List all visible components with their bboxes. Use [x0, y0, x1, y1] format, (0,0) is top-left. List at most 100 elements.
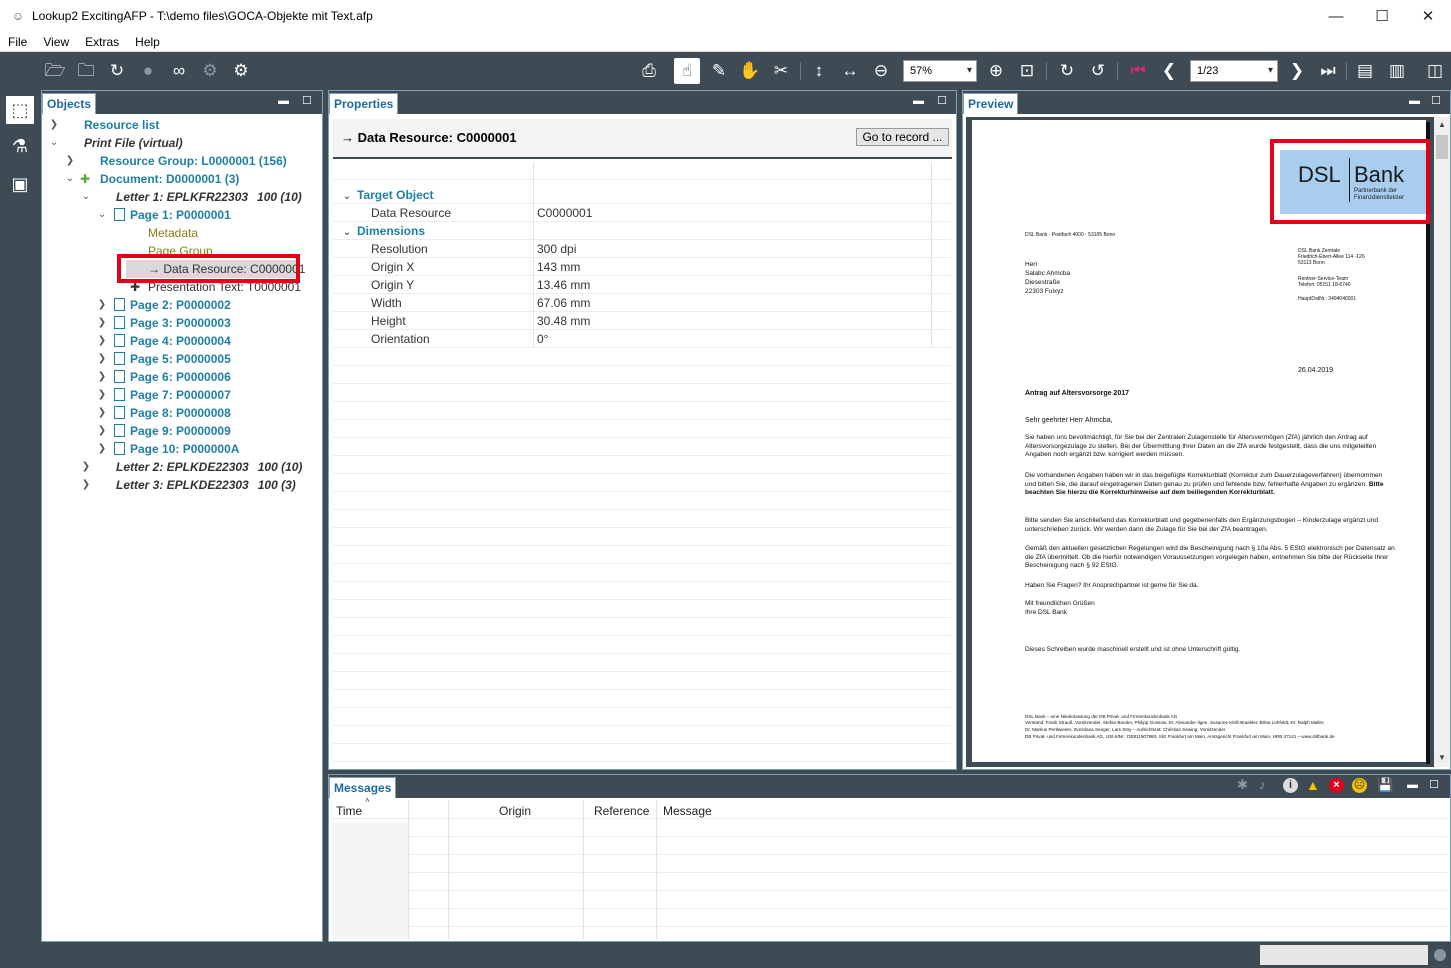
maximize-panel-icon[interactable]: ☐ — [302, 94, 312, 108]
preview-tab[interactable]: Preview — [963, 93, 1019, 114]
tree-item-print-file[interactable]: ⌄ Print File (virtual) — [42, 134, 183, 152]
puzzle-icon: ✚ — [80, 172, 91, 186]
tree-item-letter-1[interactable]: ⌄ Letter 1: EPLKFR22303 100 (10) — [42, 188, 302, 206]
minimize-panel-icon[interactable]: ▬ — [278, 94, 289, 108]
highlight-box-tree — [117, 254, 300, 283]
open-folder-icon[interactable]: 🗁 — [44, 60, 66, 82]
column-header-origin[interactable]: Origin — [499, 802, 531, 820]
scroll-thumb[interactable] — [1436, 135, 1448, 159]
messages-tab[interactable]: Messages — [329, 777, 397, 798]
last-page-icon[interactable]: ⏭ — [1317, 60, 1339, 82]
minimize-panel-icon[interactable]: ▬ — [913, 94, 924, 108]
next-page-icon[interactable]: ❯ — [1286, 60, 1308, 82]
zoom-out-icon[interactable]: ⊖ — [870, 60, 892, 82]
tree-item-metadata[interactable]: Metadata — [42, 224, 198, 242]
menu-file[interactable]: File — [0, 35, 35, 49]
tree-item-page-4[interactable]: ❯ Page 4: P0000004 — [42, 332, 231, 350]
fit-width-icon[interactable]: ↔ — [839, 60, 861, 82]
minimize-button[interactable]: — — [1313, 0, 1359, 32]
properties-header: → Data Resource: C0000001 Go to record .… — [333, 119, 952, 159]
first-page-icon[interactable]: ⏮ — [1127, 60, 1149, 82]
zoom-combo[interactable]: 57% ▾ — [903, 60, 977, 82]
maximize-panel-icon[interactable]: ☐ — [1431, 94, 1441, 108]
objects-view-icon[interactable]: ⬚ — [6, 96, 34, 124]
sort-up-icon: ˄ — [365, 796, 370, 805]
chevron-down-icon: ▾ — [1267, 65, 1273, 76]
tree-item-resource-group[interactable]: ❯ Resource Group: L0000001 (156) — [42, 152, 287, 170]
tree-item-page-1[interactable]: ⌄ Page 1: P0000001 — [42, 206, 231, 224]
preview-scrollbar[interactable]: ▲ ▼ — [1434, 117, 1450, 767]
page-icon — [114, 442, 125, 455]
single-page-view-icon[interactable]: ▤ — [1354, 60, 1376, 82]
page-icon — [114, 334, 125, 347]
binoculars-icon[interactable]: ∞ — [168, 60, 190, 82]
progress-area — [1260, 945, 1428, 965]
column-header-reference[interactable]: Reference — [594, 802, 649, 820]
save-icon[interactable]: 💾 — [1377, 778, 1393, 792]
tree-item-resource-list[interactable]: ❯ Resource list — [42, 116, 160, 134]
error-icon[interactable]: × — [1329, 778, 1344, 793]
tree-item-document[interactable]: ⌄ ✚ Document: D0000001 (3) — [42, 170, 240, 188]
tree-item-page-10[interactable]: ❯ Page 10: P000000A — [42, 440, 239, 458]
tree-item-page-5[interactable]: ❯ Page 5: P0000005 — [42, 350, 231, 368]
chevron-down-icon: ⌄ — [81, 191, 91, 202]
group-dimensions[interactable]: ⌄ Dimensions — [333, 222, 951, 240]
tree-item-page-7[interactable]: ❯ Page 7: P0000007 — [42, 386, 231, 404]
tree-item-letter-3[interactable]: ❯ Letter 3: EPLKDE22303 100 (3) — [42, 476, 296, 494]
maximize-panel-icon[interactable]: ☐ — [937, 94, 947, 108]
pan-hand-icon[interactable]: ✋ — [739, 60, 761, 82]
menu-extras[interactable]: Extras — [77, 35, 127, 49]
maximize-button[interactable]: ☐ — [1359, 0, 1405, 32]
column-header-message[interactable]: Message — [663, 802, 712, 820]
page-icon — [114, 388, 125, 401]
tree-item-page-3[interactable]: ❯ Page 3: P0000003 — [42, 314, 231, 332]
column-header-time[interactable]: Time — [336, 802, 362, 820]
minimize-panel-icon[interactable]: ▬ — [1407, 778, 1418, 792]
image-view-icon[interactable]: ▣ — [6, 170, 34, 198]
print-icon[interactable]: ⎙ — [638, 60, 660, 82]
tree-item-page-9[interactable]: ❯ Page 9: P0000009 — [42, 422, 231, 440]
go-to-record-button[interactable]: Go to record ... — [856, 128, 949, 146]
bug-icon[interactable]: ✱ — [1237, 778, 1248, 792]
tree-item-letter-2[interactable]: ❯ Letter 2: EPLKDE22303 100 (10) — [42, 458, 303, 476]
rotate-cw-icon[interactable]: ↻ — [1056, 60, 1078, 82]
eyedropper-icon[interactable]: ✎ — [708, 60, 730, 82]
measure-icon[interactable]: ✂ — [770, 60, 792, 82]
group-target-object[interactable]: ⌄ Target Object — [333, 186, 951, 204]
menu-view[interactable]: View — [35, 35, 77, 49]
panel-layout-icon[interactable]: ◫ — [1424, 60, 1446, 82]
microscope-icon[interactable]: ⚗ — [6, 132, 34, 160]
warning-icon[interactable]: ▲ — [1306, 778, 1320, 792]
page-combo[interactable]: 1/23 ▾ — [1190, 60, 1278, 82]
two-page-view-icon[interactable]: ▥ — [1386, 60, 1408, 82]
stop-icon[interactable]: ● — [137, 60, 159, 82]
fatal-icon[interactable]: ☹ — [1352, 778, 1367, 793]
minimize-panel-icon[interactable]: ▬ — [1409, 94, 1420, 108]
rotate-ccw-icon[interactable]: ↺ — [1087, 60, 1109, 82]
close-button[interactable]: ✕ — [1405, 0, 1451, 32]
tree-item-page-6[interactable]: ❯ Page 6: P0000006 — [42, 368, 231, 386]
info-icon[interactable]: i — [1283, 778, 1298, 793]
zoom-fit-icon[interactable]: ⊡ — [1016, 60, 1038, 82]
run-icon[interactable]: ⚙ — [199, 60, 221, 82]
chevron-down-icon: ▾ — [966, 65, 972, 76]
open-recent-icon[interactable]: 🗀 — [75, 60, 97, 82]
window-title: Lookup2 ExcitingAFP - T:\demo files\GOCA… — [32, 9, 373, 23]
menu-help[interactable]: Help — [127, 35, 168, 49]
objects-tab[interactable]: Objects — [42, 93, 97, 114]
properties-tab[interactable]: Properties — [329, 93, 399, 114]
tree-item-page-8[interactable]: ❯ Page 8: P0000008 — [42, 404, 231, 422]
settings-gear-icon[interactable]: ⚙ — [230, 60, 252, 82]
reload-icon[interactable]: ↻ — [106, 60, 128, 82]
chevron-down-icon: ⌄ — [97, 209, 107, 220]
prev-page-icon[interactable]: ❮ — [1158, 60, 1180, 82]
zoom-in-icon[interactable]: ⊕ — [985, 60, 1007, 82]
page-icon — [114, 424, 125, 437]
select-hand-icon[interactable]: ☝ — [674, 58, 700, 84]
chevron-down-icon: ⌄ — [49, 137, 59, 148]
status-indicator-icon — [1434, 949, 1446, 961]
tree-item-page-2[interactable]: ❯ Page 2: P0000002 — [42, 296, 231, 314]
fit-height-icon[interactable]: ↕ — [808, 60, 830, 82]
maximize-panel-icon[interactable]: ☐ — [1429, 778, 1439, 792]
speaker-icon[interactable]: ♪ — [1259, 778, 1266, 792]
